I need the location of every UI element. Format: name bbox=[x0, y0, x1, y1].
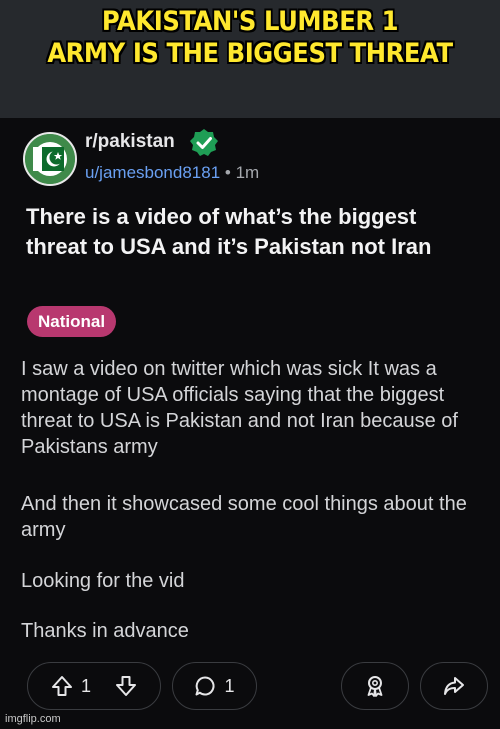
award-icon bbox=[367, 676, 383, 697]
award-button[interactable] bbox=[341, 662, 409, 710]
meta-separator: • bbox=[220, 163, 236, 182]
share-button[interactable] bbox=[420, 662, 488, 710]
subreddit-name[interactable]: r/pakistan bbox=[85, 131, 175, 153]
meme-caption-line-2: ARMY IS THE BIGGEST THREAT bbox=[47, 38, 453, 69]
post-body-paragraph-2: And then it showcased some cool things a… bbox=[21, 493, 467, 541]
post-body-paragraph-4: Thanks in advance bbox=[21, 620, 189, 642]
downvote-arrow-icon[interactable] bbox=[115, 675, 137, 697]
vote-count: 1 bbox=[80, 675, 91, 696]
comment-bubble-icon bbox=[195, 676, 215, 696]
post-title[interactable]: There is a video of what’s the biggest t… bbox=[26, 202, 476, 262]
comment-count: 1 bbox=[224, 675, 235, 696]
verified-check-icon bbox=[190, 129, 218, 156]
vote-control: 1 bbox=[27, 662, 161, 710]
post-age: 1m bbox=[235, 163, 260, 182]
subreddit-avatar[interactable] bbox=[23, 132, 77, 186]
upvote-arrow-icon[interactable] bbox=[51, 675, 73, 697]
post-flair[interactable]: National bbox=[27, 306, 117, 337]
pakistan-flag-icon bbox=[25, 134, 75, 184]
post-body-paragraph-1: I saw a video on twitter which was sick … bbox=[21, 358, 458, 458]
post-body-paragraph-3: Looking for the vid bbox=[21, 570, 185, 592]
meme-caption-line-1: PAKISTAN'S LUMBER 1 bbox=[101, 6, 399, 37]
share-arrow-icon bbox=[444, 677, 464, 695]
post-meta: u/jamesbond8181 • 1m bbox=[85, 163, 259, 183]
imgflip-watermark: imgflip.com bbox=[5, 713, 61, 725]
comments-button[interactable]: 1 bbox=[172, 662, 257, 710]
meme-caption: PAKISTAN'S LUMBER 1 ARMY IS THE BIGGEST … bbox=[25, 6, 475, 70]
author-username[interactable]: u/jamesbond8181 bbox=[85, 163, 220, 182]
